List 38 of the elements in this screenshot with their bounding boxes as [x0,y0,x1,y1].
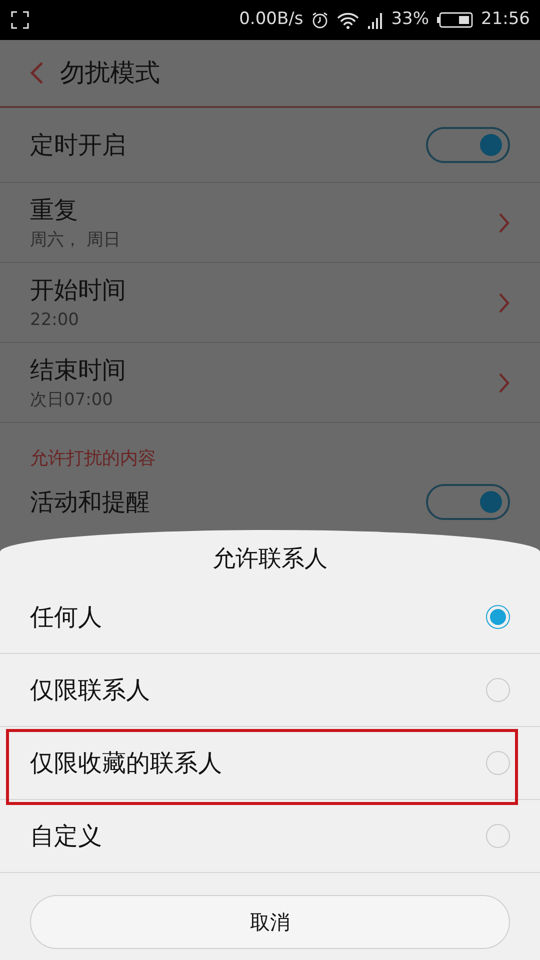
radio-button[interactable] [486,824,510,848]
option-label: 仅限联系人 [30,674,150,706]
setting-label: 开始时间 [30,274,126,306]
network-speed: 0.00B/s [239,8,304,32]
option-row[interactable]: 自定义 [0,800,540,872]
chevron-right-icon [498,212,510,234]
radio-button[interactable] [486,604,510,628]
setting-value: 次日07:00 [30,388,114,412]
radio-button[interactable] [486,678,510,702]
setting-value: 22:00 [30,308,80,332]
screenshot-icon [10,10,30,30]
back-icon[interactable] [30,61,44,85]
option-label: 自定义 [30,820,102,852]
sheet-title: 允许联系人 [212,545,328,574]
chevron-right-icon [498,372,510,394]
toggle-switch[interactable] [426,484,510,520]
option-row[interactable]: 任何人 [0,580,540,654]
section-header: 允许打扰的内容 [29,447,157,471]
chevron-right-icon [498,292,510,314]
clock-time: 21:56 [481,8,530,32]
setting-label: 结束时间 [30,354,126,386]
setting-label: 定时开启 [30,130,126,161]
alarm-clock-icon [311,11,330,29]
signal-icon [367,12,384,28]
setting-label: 重复 [30,194,79,226]
toggle-switch[interactable] [426,127,510,163]
cancel-button[interactable]: 取消 [30,894,510,948]
option-row[interactable]: 仅限联系人 [0,654,540,726]
setting-label: 活动和提醒 [30,487,150,518]
option-row[interactable]: 仅限收藏的联系人 [0,726,540,800]
option-label: 任何人 [30,602,102,632]
radio-button[interactable] [486,750,510,774]
battery-icon [437,12,473,28]
battery-percent: 33% [391,8,429,32]
option-label: 仅限收藏的联系人 [30,748,222,778]
setting-value: 周六， 周日 [30,228,120,252]
wifi-icon [337,12,360,28]
page-title: 勿扰模式 [60,57,160,90]
